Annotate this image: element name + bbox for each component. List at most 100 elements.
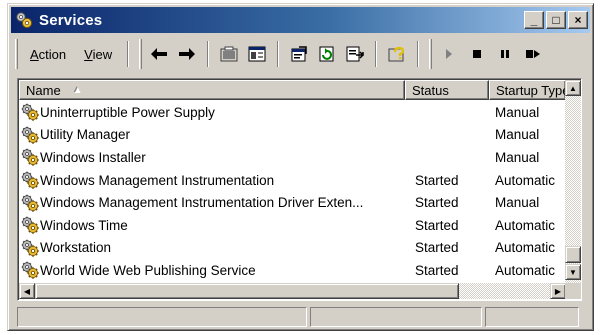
service-name: World Wide Web Publishing Service	[40, 262, 256, 278]
cell-status: Started	[415, 195, 459, 211]
toolbar-grip[interactable]	[429, 39, 433, 69]
table-row[interactable]: Uninterruptible Power Supply Manual	[19, 101, 566, 124]
status-panel	[485, 307, 579, 327]
scroll-right-button[interactable]: ▶	[550, 283, 566, 299]
cell-startup-type: Automatic	[495, 240, 556, 256]
cell-startup-type: Manual	[495, 195, 540, 211]
column-header-name-label: Name	[26, 82, 61, 98]
scroll-down-button[interactable]: ▼	[565, 264, 581, 280]
cell-status: Started	[415, 240, 459, 256]
menubar-grip[interactable]	[15, 39, 18, 69]
stop-service-icon	[473, 50, 482, 58]
menu-view-rest: iew	[92, 46, 113, 62]
service-name: Windows Management Instrumentation Drive…	[40, 195, 364, 211]
services-gear-icon	[16, 12, 33, 29]
toolbar-separator	[375, 41, 378, 67]
refresh-button[interactable]	[314, 41, 340, 67]
horizontal-scrollbar[interactable]: ◀ ▶	[19, 283, 566, 299]
forward-button[interactable]	[174, 41, 200, 67]
service-name: Windows Installer	[40, 149, 146, 165]
menu-view-accel: V	[84, 46, 93, 62]
cell-startup-type: Automatic	[495, 217, 556, 233]
forward-arrow-icon	[179, 48, 196, 60]
service-gear-icon	[21, 193, 39, 212]
table-row[interactable]: World Wide Web Publishing Service Starte…	[19, 259, 566, 282]
services-window: Services _ □ × Action View Name ▲ Status…	[7, 3, 594, 331]
stop-service-button[interactable]	[464, 41, 490, 67]
properties-button[interactable]	[286, 41, 312, 67]
services-list-view[interactable]: Name ▲ Status Startup Type Uninterruptib…	[17, 78, 582, 301]
toolbar-separator	[127, 41, 130, 67]
vertical-scroll-thumb[interactable]	[565, 246, 581, 263]
show-hide-console-tree-button[interactable]	[244, 41, 270, 67]
table-row[interactable]: Windows Management Instrumentation Drive…	[19, 191, 566, 214]
properties-icon	[291, 46, 307, 62]
service-name: Workstation	[40, 240, 112, 256]
column-header-name[interactable]: Name ▲	[19, 80, 405, 100]
cell-name: Uninterruptible Power Supply	[19, 103, 405, 122]
table-row[interactable]: Windows Installer Manual	[19, 146, 566, 169]
scroll-left-button[interactable]: ◀	[19, 283, 35, 299]
cell-status: Started	[415, 262, 459, 278]
menu-view[interactable]: View	[75, 47, 121, 62]
toolbar-separator	[207, 41, 210, 67]
vertical-scrollbar[interactable]: ▲ ▼	[565, 80, 581, 283]
service-gear-icon	[21, 171, 39, 190]
service-name: Utility Manager	[40, 127, 131, 143]
maximize-button[interactable]: □	[546, 11, 566, 29]
column-header-startup-type[interactable]: Startup Type	[489, 80, 566, 100]
service-gear-icon	[21, 216, 39, 235]
scrollbar-corner	[565, 283, 581, 299]
cell-name: Windows Management Instrumentation Drive…	[19, 193, 405, 212]
horizontal-scroll-thumb[interactable]	[35, 283, 459, 299]
service-gear-icon	[21, 148, 39, 167]
export-list-icon	[248, 46, 266, 62]
start-service-button[interactable]	[436, 41, 462, 67]
menu-action[interactable]: Action	[21, 47, 75, 62]
toolbar-grip[interactable]	[139, 39, 143, 69]
service-name: Uninterruptible Power Supply	[40, 104, 215, 120]
cell-startup-type: Manual	[495, 127, 540, 143]
close-button[interactable]: ×	[568, 11, 588, 29]
service-name: Windows Time	[40, 217, 128, 233]
service-gear-icon	[21, 125, 39, 144]
service-name: Windows Management Instrumentation	[40, 172, 275, 188]
up-one-level-button[interactable]	[216, 41, 242, 67]
cell-name: Windows Management Instrumentation	[19, 171, 405, 190]
restart-service-button[interactable]	[520, 41, 546, 67]
title-bar[interactable]: Services _ □ ×	[11, 7, 590, 33]
service-gear-icon	[21, 261, 39, 280]
cell-startup-type: Automatic	[495, 172, 556, 188]
window-title: Services	[39, 11, 103, 29]
minimize-button[interactable]: _	[524, 11, 544, 29]
status-panel	[310, 307, 482, 327]
toolbar: Action View	[11, 35, 590, 73]
scroll-up-button[interactable]: ▲	[565, 80, 581, 96]
table-row[interactable]: Windows Time Started Automatic	[19, 214, 566, 237]
back-button[interactable]	[146, 41, 172, 67]
table-row[interactable]: Utility Manager Manual	[19, 124, 566, 147]
title-buttons: _ □ ×	[522, 11, 588, 29]
service-gear-icon	[21, 103, 39, 122]
menu-action-accel: A	[30, 46, 39, 62]
restart-service-icon	[526, 50, 541, 58]
show-hide-tree-icon	[220, 46, 238, 62]
cell-startup-type: Manual	[495, 104, 540, 120]
list-rows: Uninterruptible Power Supply Manual Util…	[19, 101, 566, 282]
cell-name: Workstation	[19, 238, 405, 257]
cell-name: Windows Time	[19, 216, 405, 235]
export-list-button[interactable]	[342, 41, 368, 67]
cell-status: Started	[415, 217, 459, 233]
pause-service-button[interactable]	[492, 41, 518, 67]
cell-status: Started	[415, 172, 459, 188]
pause-service-icon	[501, 50, 510, 58]
cell-startup-type: Manual	[495, 149, 540, 165]
cell-name: World Wide Web Publishing Service	[19, 261, 405, 280]
cell-name: Utility Manager	[19, 125, 405, 144]
column-header-status-label: Status	[412, 82, 449, 98]
table-row[interactable]: Windows Management Instrumentation Start…	[19, 169, 566, 192]
table-row[interactable]: Workstation Started Automatic	[19, 237, 566, 260]
help-button[interactable]	[384, 41, 410, 67]
service-gear-icon	[21, 238, 39, 257]
column-header-status[interactable]: Status	[405, 80, 489, 100]
